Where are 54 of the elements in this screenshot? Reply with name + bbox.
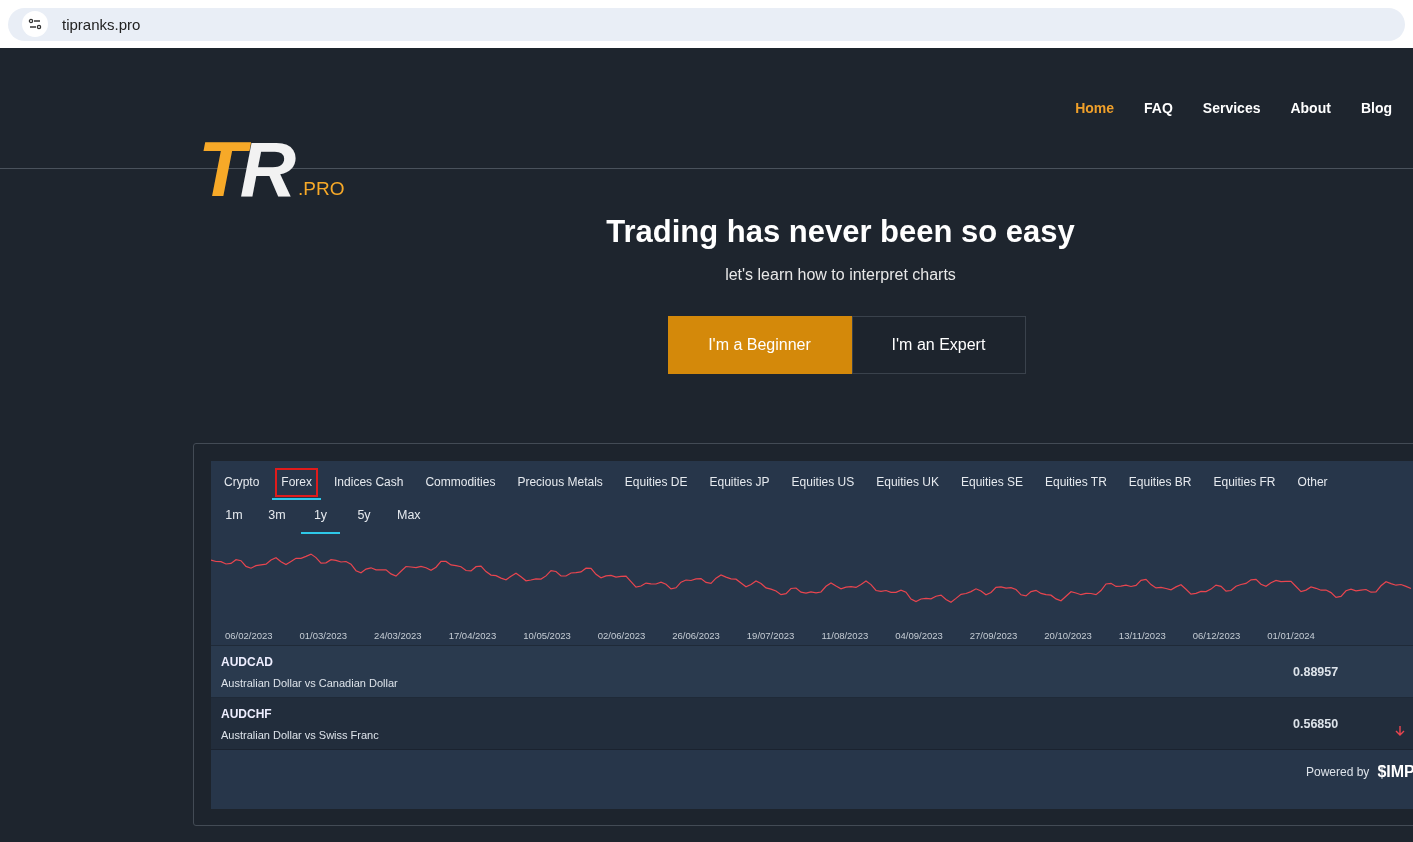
date-label: 20/10/2023 bbox=[1044, 630, 1092, 641]
symbol-text: AUDCAD bbox=[221, 654, 274, 669]
cta-button[interactable]: I'm an Expert bbox=[851, 316, 1026, 374]
date-label: 02/06/2023 bbox=[597, 630, 646, 641]
nav-link[interactable]: Blog bbox=[1360, 100, 1392, 116]
hero-title: Trading has never been so easy bbox=[606, 214, 1075, 250]
date-label: 11/08/2023 bbox=[821, 630, 869, 641]
site-settings-icon[interactable] bbox=[22, 11, 48, 37]
category-tab[interactable]: Crypto bbox=[215, 465, 269, 500]
category-tab[interactable]: Equities US bbox=[782, 465, 864, 500]
date-label: 26/06/2023 bbox=[672, 630, 720, 641]
category-tab[interactable]: Forex bbox=[272, 465, 322, 500]
instrument-row[interactable]: AUDCHF Australian Dollar vs Swiss Franc 0.56850 bbox=[211, 697, 1413, 749]
category-tab[interactable]: Equities DE bbox=[615, 465, 697, 500]
address-bar[interactable]: tipranks.pro bbox=[8, 7, 1405, 41]
range-tab[interactable]: 1y bbox=[301, 500, 340, 534]
symbol-text: AUDCHF bbox=[221, 706, 273, 721]
logo[interactable]: TR.PRO bbox=[198, 130, 345, 208]
range-tab[interactable]: 5y bbox=[345, 500, 383, 534]
date-label: 24/03/2023 bbox=[374, 630, 422, 641]
category-tab[interactable]: Equities TR bbox=[1036, 465, 1116, 500]
nav-link[interactable]: About bbox=[1290, 100, 1331, 116]
category-tab[interactable]: Indices Cash bbox=[325, 465, 413, 500]
instrument-name: Australian Dollar vs Canadian Dollar bbox=[221, 676, 399, 689]
nav-link[interactable]: Home bbox=[1075, 100, 1115, 116]
range-tab[interactable]: Max bbox=[388, 500, 430, 534]
category-tab[interactable]: Equities FR bbox=[1204, 465, 1285, 500]
category-tab[interactable]: Equities UK bbox=[867, 465, 948, 500]
date-label: 17/04/2023 bbox=[448, 630, 497, 641]
category-tab[interactable]: Equities BR bbox=[1119, 465, 1201, 500]
date-label: 01/03/2023 bbox=[299, 630, 348, 641]
category-tab[interactable]: Other bbox=[1288, 465, 1337, 500]
category-tab[interactable]: Commodities bbox=[416, 465, 505, 500]
price-text: 0.88957 bbox=[1293, 664, 1340, 679]
date-label: 19/07/2023 bbox=[746, 630, 795, 641]
date-label: 06/02/2023 bbox=[225, 630, 273, 641]
nav-link[interactable]: FAQ bbox=[1144, 100, 1173, 116]
instrument-name: Australian Dollar vs Swiss Franc bbox=[221, 728, 380, 741]
range-tab[interactable]: 1m bbox=[215, 500, 253, 534]
instrument-row[interactable]: AUDCAD Australian Dollar vs Canadian Dollar 0.88957 bbox=[211, 645, 1413, 697]
date-label: 13/11/2023 bbox=[1118, 630, 1166, 641]
date-label: 01/01/2024 bbox=[1267, 630, 1315, 641]
nav-link[interactable]: Services bbox=[1202, 100, 1261, 116]
date-label: 04/09/2023 bbox=[895, 630, 943, 641]
powered-by-text: Powered by bbox=[1306, 765, 1370, 779]
date-label: 10/05/2023 bbox=[523, 630, 571, 641]
hero-subtitle: let's learn how to interpret charts bbox=[725, 266, 956, 284]
category-tab[interactable]: Equities JP bbox=[700, 465, 779, 500]
range-tab[interactable]: 3m bbox=[258, 500, 296, 534]
date-label: 27/09/2023 bbox=[969, 630, 1018, 641]
price-text: 0.56850 bbox=[1293, 716, 1340, 731]
category-tab[interactable]: Equities SE bbox=[951, 465, 1032, 500]
date-label: 06/12/2023 bbox=[1192, 630, 1241, 641]
category-tab[interactable]: Precious Metals bbox=[508, 465, 612, 500]
